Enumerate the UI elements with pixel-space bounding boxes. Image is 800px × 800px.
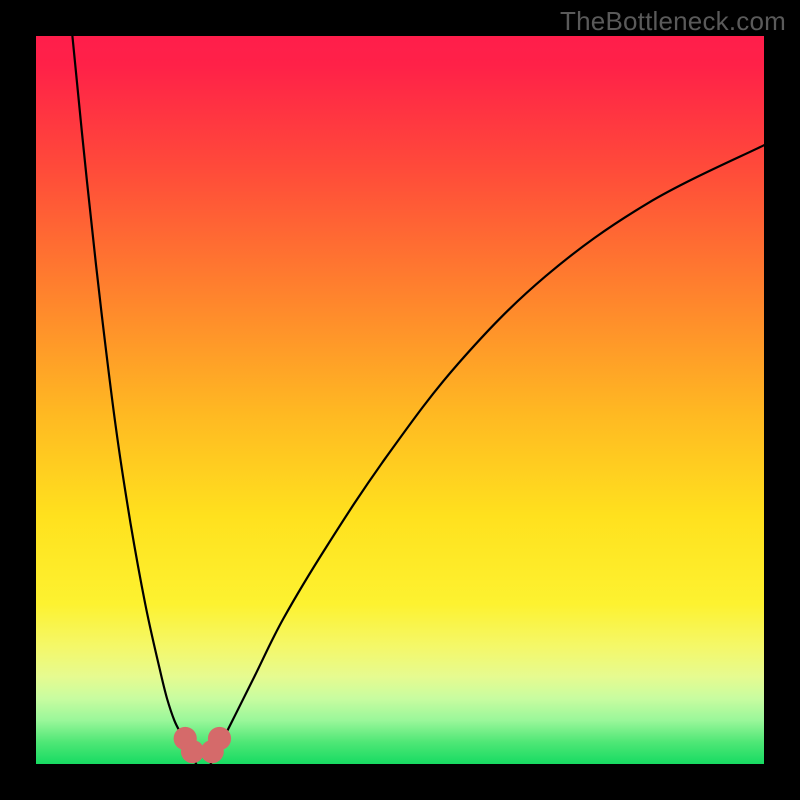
plot-area — [36, 36, 764, 764]
chart-frame: TheBottleneck.com — [0, 0, 800, 800]
curve-left-branch — [72, 36, 196, 764]
bottleneck-curve — [36, 36, 764, 764]
watermark-text: TheBottleneck.com — [560, 6, 786, 37]
optimum-marker — [208, 727, 231, 750]
curve-right-branch — [211, 145, 764, 764]
optimum-markers — [174, 727, 232, 763]
